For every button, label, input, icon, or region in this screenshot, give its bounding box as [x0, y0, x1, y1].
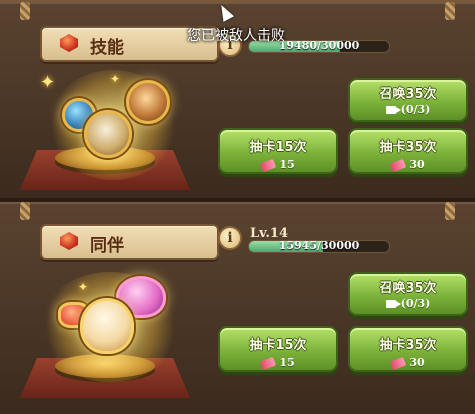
- sparkle-icon: ✦: [110, 72, 121, 86]
- skill-summon-sub: (0/3): [350, 103, 466, 116]
- partner-summon-count: (0/3): [400, 297, 431, 310]
- ticket-icon: [260, 356, 277, 370]
- ticket-icon: [390, 158, 407, 172]
- mushroom-skill-icon: [84, 110, 132, 158]
- partner-info-icon[interactable]: i: [218, 226, 242, 250]
- partner-draw15-button[interactable]: 抽卡15次 15: [218, 326, 338, 372]
- skill-draw15-label: 抽卡15次: [249, 140, 307, 155]
- warrior-skill-icon: [126, 80, 170, 124]
- partner-draw15-cost: 15: [220, 356, 336, 370]
- partner-draw15-cost-value: 15: [279, 356, 295, 369]
- skill-summon-button[interactable]: 召唤35次 (0/3): [348, 78, 468, 122]
- skill-summon-label: 召唤35次: [379, 87, 437, 102]
- partner-summon-button[interactable]: 召唤35次 (0/3): [348, 272, 468, 316]
- partner-progress-bar: 15945/30000: [248, 240, 390, 253]
- partner-summon-sub: (0/3): [350, 297, 466, 310]
- rope-right: [445, 202, 455, 220]
- ticket-icon: [390, 356, 407, 370]
- skill-draw35-cost-value: 30: [409, 158, 425, 171]
- partner-draw35-cost: 30: [350, 356, 466, 370]
- partner-summon-label: 召唤35次: [379, 281, 437, 296]
- egg-chick-partner-icon: [80, 298, 134, 354]
- rope-right: [445, 2, 455, 20]
- sparkle-icon: ✦: [78, 280, 89, 294]
- sparkle-icon: ✦: [40, 72, 56, 93]
- partner-progress-text: 15945/30000: [278, 240, 360, 252]
- partner-panel: 同伴 i Lv.14 15945/30000 ✦ 召唤35次 (0/3) 抽卡1…: [0, 198, 475, 414]
- red-gem-icon: [60, 34, 78, 52]
- partner-draw15-label: 抽卡15次: [249, 338, 307, 353]
- ticket-icon: [260, 158, 277, 172]
- partner-draw35-label: 抽卡35次: [379, 338, 437, 353]
- skill-draw15-cost: 15: [220, 158, 336, 172]
- skill-draw35-label: 抽卡35次: [379, 140, 437, 155]
- partner-draw35-button[interactable]: 抽卡35次 30: [348, 326, 468, 372]
- video-ad-icon: [385, 106, 401, 114]
- skill-draw35-button[interactable]: 抽卡35次 30: [348, 128, 468, 174]
- partner-level: Lv.14: [250, 226, 289, 241]
- skill-draw15-cost-value: 15: [279, 158, 295, 171]
- defeat-toast: 您已被敌人击败: [187, 28, 285, 44]
- video-ad-icon: [385, 300, 401, 308]
- partner-title-bar: 同伴: [40, 224, 219, 260]
- skill-draw35-cost: 30: [350, 158, 466, 172]
- red-gem-icon: [60, 232, 78, 250]
- skill-summon-count: (0/3): [400, 103, 431, 116]
- partner-title: 同伴: [90, 236, 124, 256]
- skill-draw15-button[interactable]: 抽卡15次 15: [218, 128, 338, 174]
- partner-draw35-cost-value: 30: [409, 356, 425, 369]
- skill-title: 技能: [90, 38, 124, 58]
- rope-left: [20, 202, 30, 220]
- rope-left: [20, 2, 30, 20]
